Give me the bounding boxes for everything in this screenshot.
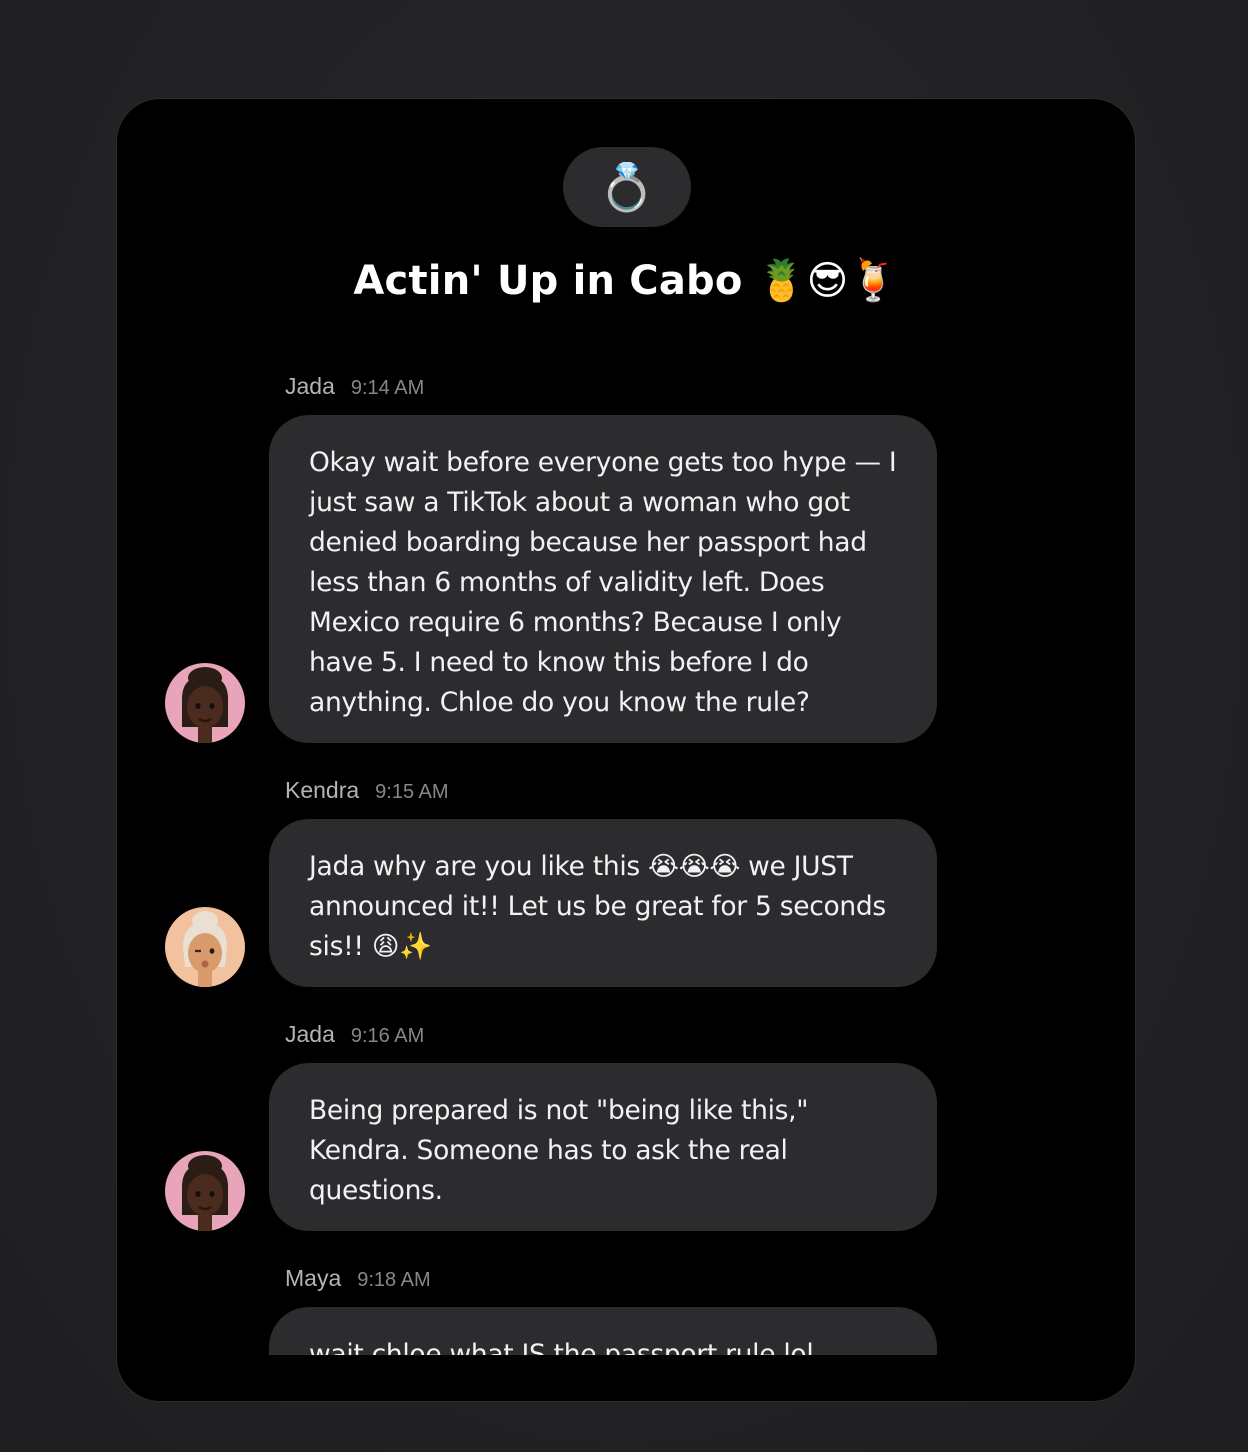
message-bubble[interactable]: wait chloe what IS the passport rule lol <box>269 1307 937 1355</box>
chat-title: Actin' Up in Cabo 🍍😎🍹 <box>353 258 899 304</box>
message-meta: Maya 9:18 AM <box>285 1265 431 1293</box>
sender-name: Kendra <box>285 777 360 803</box>
kendra-avatar[interactable] <box>165 907 245 987</box>
jada-avatar[interactable] <box>165 1151 245 1231</box>
message-meta: Kendra 9:15 AM <box>285 777 449 805</box>
message-meta: Jada 9:16 AM <box>285 1021 424 1049</box>
sender-name: Jada <box>285 1021 335 1047</box>
timestamp: 9:18 AM <box>357 1269 431 1291</box>
timestamp: 9:16 AM <box>350 1025 425 1047</box>
chat-window: 💍 Actin' Up in Cabo 🍍😎🍹 Jada 9:14 AM Oka… <box>116 98 1136 1402</box>
jada-avatar[interactable] <box>165 663 245 743</box>
timestamp: 9:14 AM <box>350 377 425 399</box>
message-bubble[interactable]: Jada why are you like this 😭😭😭 we JUST a… <box>269 819 937 987</box>
message-thread[interactable]: Jada 9:14 AM Okay wait before everyone g… <box>117 349 1135 1355</box>
timestamp: 9:15 AM <box>375 781 449 803</box>
ring-icon[interactable]: 💍 <box>563 147 691 227</box>
sender-name: Jada <box>285 373 335 399</box>
sender-name: Maya <box>285 1265 342 1291</box>
message-meta: Jada 9:14 AM <box>285 373 424 401</box>
message-bubble[interactable]: Okay wait before everyone gets too hype … <box>269 415 937 743</box>
message-bubble[interactable]: Being prepared is not "being like this,"… <box>269 1063 937 1231</box>
